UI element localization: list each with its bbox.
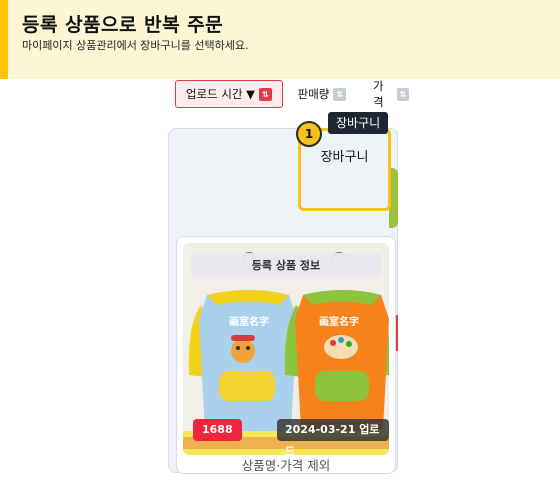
- sort-sales-button[interactable]: 판매량 ⇅: [289, 80, 355, 108]
- registered-product-info-card[interactable]: 画室名字 画室名字 등록 상품 정보 1688 2024-03-21 업로드 상…: [176, 236, 396, 474]
- sort-icon: ⇅: [333, 87, 347, 101]
- svg-text:画室名字: 画室名字: [229, 315, 269, 328]
- sort-upload-time-label: 업로드 시간 ▼: [185, 87, 256, 101]
- banner-subtitle: 마이페이지 상품관리에서 장바구니를 선택하세요.: [22, 39, 249, 52]
- step-number-badge: 1: [296, 121, 322, 147]
- banner-title: 등록 상품으로 반복 주문: [22, 14, 224, 36]
- sort-icon: ⇅: [259, 87, 273, 101]
- upload-date-badge: 2024-03-21 업로드: [277, 419, 389, 455]
- source-badge: 1688: [193, 419, 242, 441]
- product-image: 画室名字 画室名字 등록 상품 정보 1688 2024-03-21 업로드: [183, 243, 389, 455]
- sort-sales-label: 판매량: [297, 87, 330, 101]
- sort-icon: ⇅: [396, 87, 409, 101]
- sort-price-label: 가격: [373, 80, 384, 108]
- product-info-title: 등록 상품 정보: [191, 253, 381, 279]
- svg-text:画室名字: 画室名字: [319, 315, 359, 328]
- cart-button-label: 장바구니: [320, 150, 369, 165]
- cart-tooltip: 장바구니: [328, 112, 389, 134]
- banner-accent-bar: [0, 0, 8, 79]
- sort-upload-time-button[interactable]: 업로드 시간 ▼ ⇅: [175, 80, 283, 108]
- sort-price-button[interactable]: 가격 ⇅: [363, 80, 409, 108]
- instruction-banner: 등록 상품으로 반복 주문 마이페이지 상품관리에서 장바구니를 선택하세요.: [0, 0, 560, 79]
- excluded-fields-note: 상품명·가격 제외: [241, 458, 331, 473]
